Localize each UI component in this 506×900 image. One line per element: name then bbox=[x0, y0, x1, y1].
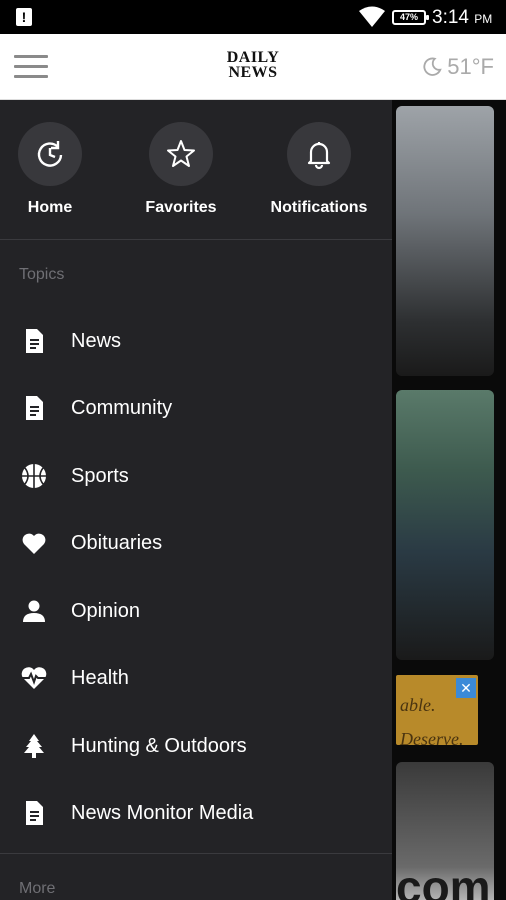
home-button[interactable]: Home bbox=[0, 122, 110, 217]
notifications-circle bbox=[287, 122, 351, 186]
topic-obituaries[interactable]: Obituaries bbox=[0, 515, 392, 571]
logo-line2: NEWS bbox=[228, 64, 278, 81]
app-logo[interactable]: DAILY NEWS bbox=[220, 49, 286, 81]
bell-icon bbox=[307, 142, 331, 170]
ad-text-1: able. bbox=[400, 695, 436, 715]
topic-label: Community bbox=[71, 396, 173, 419]
ad-text: able. Deserve. bbox=[400, 688, 463, 756]
document-icon bbox=[21, 328, 47, 354]
topic-label: News Monitor Media bbox=[71, 801, 254, 824]
home-refresh-icon bbox=[37, 141, 63, 167]
star-icon bbox=[167, 140, 195, 167]
home-label: Home bbox=[27, 199, 73, 216]
topic-label: News bbox=[71, 329, 122, 352]
topic-news-monitor-media[interactable]: News Monitor Media bbox=[0, 785, 392, 841]
feed-background: able. Deserve. ✕ com bbox=[392, 100, 506, 900]
navigation-drawer: Home Favorites Notifications Topics News… bbox=[0, 100, 392, 900]
tree-icon bbox=[21, 733, 47, 759]
clock: 3:14 PM bbox=[432, 7, 492, 29]
notifications-button[interactable]: Notifications bbox=[259, 122, 379, 217]
topic-hunting-outdoors[interactable]: Hunting & Outdoors bbox=[0, 718, 392, 774]
topic-label: Opinion bbox=[71, 599, 140, 622]
app-header: DAILY NEWS 51°F bbox=[0, 34, 506, 100]
logo-line1: DAILY bbox=[226, 49, 280, 66]
document-icon bbox=[21, 800, 47, 826]
document-icon bbox=[21, 395, 47, 421]
quick-actions: Home Favorites Notifications bbox=[0, 100, 392, 240]
menu-icon[interactable] bbox=[14, 55, 48, 79]
topic-news[interactable]: News bbox=[0, 313, 392, 369]
topic-label: Obituaries bbox=[71, 531, 163, 554]
clock-ampm: PM bbox=[474, 12, 493, 26]
topic-sports[interactable]: Sports bbox=[0, 448, 392, 504]
battery-level: 47% bbox=[399, 12, 418, 22]
more-heading: More bbox=[19, 880, 56, 897]
moon-icon bbox=[423, 57, 442, 76]
alert-notification-icon bbox=[16, 8, 32, 26]
favorites-label: Favorites bbox=[145, 199, 217, 216]
clock-time: 3:14 bbox=[432, 7, 469, 28]
home-circle bbox=[18, 122, 82, 186]
notifications-label: Notifications bbox=[270, 199, 368, 216]
feed-card-text: com bbox=[396, 861, 491, 900]
topic-health[interactable]: Health bbox=[0, 650, 392, 706]
heart-icon bbox=[21, 530, 47, 556]
topic-label: Health bbox=[71, 666, 129, 689]
ad-close-icon[interactable]: ✕ bbox=[456, 678, 476, 698]
topic-label: Hunting & Outdoors bbox=[71, 734, 247, 757]
topic-opinion[interactable]: Opinion bbox=[0, 583, 392, 639]
status-bar: 47% 3:14 PM bbox=[0, 0, 506, 34]
basketball-icon bbox=[21, 463, 47, 489]
feed-card-image[interactable] bbox=[396, 106, 494, 376]
temperature: 51°F bbox=[447, 54, 494, 79]
topic-community[interactable]: Community bbox=[0, 380, 392, 436]
topics-heading: Topics bbox=[19, 266, 65, 283]
heart-pulse-icon bbox=[21, 665, 47, 691]
ad-text-2: Deserve. bbox=[400, 729, 464, 749]
feed-card-image[interactable] bbox=[396, 390, 494, 660]
favorites-circle bbox=[149, 122, 213, 186]
person-icon bbox=[21, 598, 47, 624]
battery-icon: 47% bbox=[392, 10, 429, 25]
wifi-icon bbox=[359, 6, 385, 27]
divider bbox=[0, 853, 392, 854]
favorites-button[interactable]: Favorites bbox=[121, 122, 241, 217]
topic-label: Sports bbox=[71, 464, 129, 487]
weather-widget[interactable]: 51°F bbox=[421, 52, 494, 82]
